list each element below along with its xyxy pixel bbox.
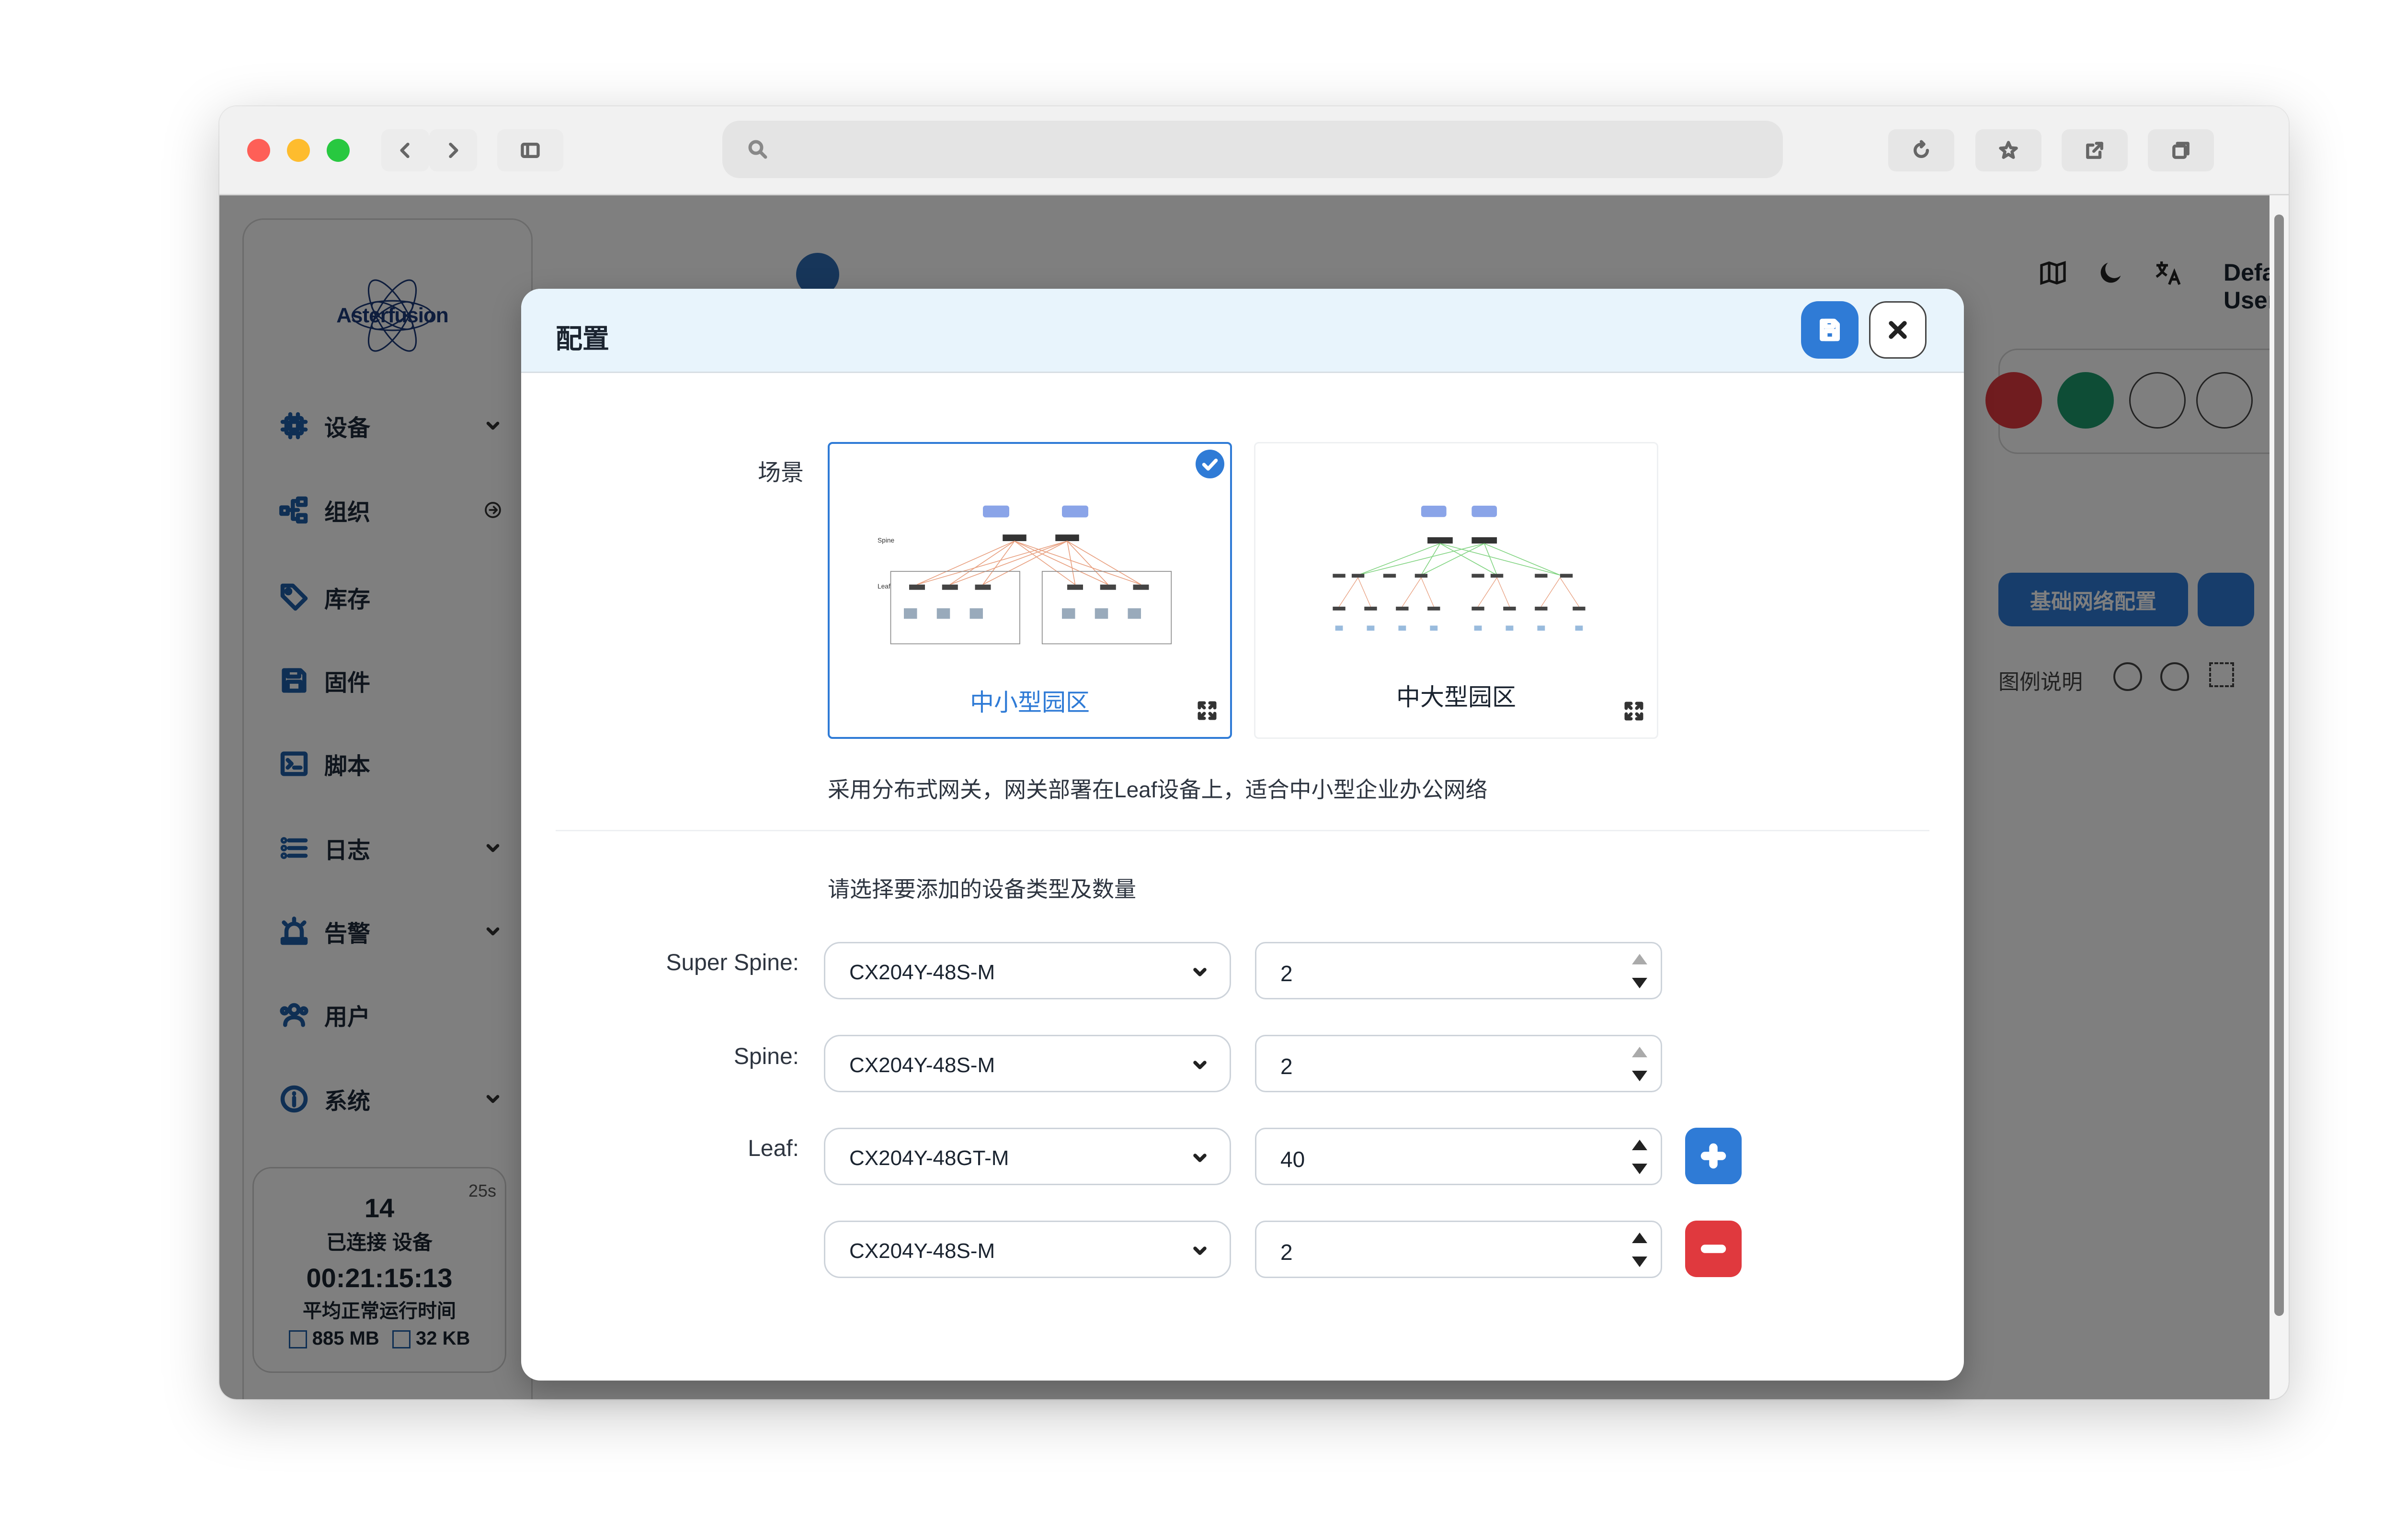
- tabs-button[interactable]: [2148, 129, 2214, 171]
- dialog-title: 配置: [556, 324, 609, 354]
- save-icon: [1820, 318, 1840, 341]
- scene-label: 场景: [757, 460, 804, 486]
- page-scrollbar[interactable]: [2270, 195, 2289, 1399]
- super-spine-model-select[interactable]: CX204Y-48S-M: [824, 942, 1231, 999]
- spin-buttons[interactable]: [1632, 950, 1649, 993]
- spin-buttons[interactable]: [1632, 1043, 1649, 1086]
- share-button[interactable]: [2062, 129, 2128, 171]
- minus-icon: [1700, 1245, 1726, 1253]
- chevron-down-icon: [1193, 1061, 1207, 1069]
- scenario-card-small-campus[interactable]: Spine Leaf 中小型园区: [828, 442, 1232, 739]
- spin-buttons[interactable]: [1632, 1229, 1649, 1272]
- leaf-quantity-stepper[interactable]: 40: [1255, 1128, 1662, 1185]
- close-button[interactable]: [1869, 301, 1927, 359]
- scenario-label: 中大型园区: [1396, 684, 1516, 711]
- leaf-label: Leaf:: [748, 1136, 799, 1161]
- chevron-down-icon: [1193, 968, 1207, 976]
- minimize-window-button[interactable]: [287, 139, 310, 162]
- expand-icon[interactable]: [1622, 700, 1645, 725]
- decrement-icon[interactable]: [1632, 1164, 1647, 1174]
- back-button[interactable]: [381, 129, 429, 171]
- spine-quantity-stepper[interactable]: 2: [1255, 1035, 1662, 1092]
- scrollbar-thumb[interactable]: [2274, 215, 2284, 1316]
- divider: [556, 830, 1929, 831]
- super-spine-quantity-stepper[interactable]: 2: [1255, 942, 1662, 999]
- spin-buttons[interactable]: [1632, 1136, 1649, 1179]
- reload-button[interactable]: [1888, 129, 1954, 171]
- diagram-leaf-label: Leaf: [878, 583, 890, 590]
- reload-icon: [1913, 140, 1929, 159]
- scene-description: 采用分布式网关，网关部署在Leaf设备上，适合中小型企业办公网络: [828, 777, 1488, 802]
- browser-toolbar: [219, 106, 2289, 195]
- plus-icon: [1700, 1143, 1726, 1169]
- increment-icon[interactable]: [1632, 1233, 1647, 1243]
- decrement-icon[interactable]: [1632, 978, 1647, 988]
- leaf-model-select[interactable]: CX204Y-48GT-M: [824, 1128, 1231, 1185]
- topology-diagram-large: [1333, 506, 1585, 631]
- save-button[interactable]: [1801, 301, 1859, 359]
- bookmark-star-icon: [1999, 141, 2018, 159]
- select-value: CX204Y-48S-M: [849, 961, 995, 984]
- spine-label: Spine:: [733, 1044, 799, 1069]
- select-value: CX204Y-48GT-M: [849, 1146, 1009, 1170]
- select-value: CX204Y-48S-M: [849, 1239, 995, 1263]
- increment-icon[interactable]: [1632, 1047, 1647, 1057]
- address-bar[interactable]: [722, 121, 1783, 178]
- increment-icon[interactable]: [1632, 1140, 1647, 1150]
- sidebar-toggle-button[interactable]: [497, 129, 563, 171]
- zoom-window-button[interactable]: [327, 139, 350, 162]
- forward-icon: [449, 142, 458, 159]
- bookmark-button[interactable]: [1975, 129, 2041, 171]
- select-value: CX204Y-48S-M: [849, 1053, 995, 1077]
- diagram-spine-label: Spine: [878, 537, 895, 544]
- quantity-value: 2: [1280, 961, 1293, 986]
- topology-diagram-small: Spine Leaf: [878, 505, 1172, 645]
- back-icon: [400, 142, 410, 159]
- spine-model-select[interactable]: CX204Y-48S-M: [824, 1035, 1231, 1092]
- config-dialog: 配置 场景 Spine Leaf 中小型园区 中大型园区 采用分布式网关，网关部…: [521, 289, 1964, 1381]
- extra-leaf-model-select[interactable]: CX204Y-48S-M: [824, 1221, 1231, 1278]
- close-window-button[interactable]: [247, 139, 270, 162]
- add-leaf-button[interactable]: [1685, 1128, 1742, 1184]
- sidebar-icon: [521, 142, 540, 159]
- device-prompt: 请选择要添加的设备类型及数量: [828, 877, 1136, 902]
- scenario-card-large-campus[interactable]: 中大型园区: [1254, 442, 1658, 739]
- chevron-down-icon: [1193, 1154, 1207, 1162]
- forward-button[interactable]: [429, 129, 477, 171]
- decrement-icon[interactable]: [1632, 1071, 1647, 1081]
- search-icon: [748, 140, 767, 159]
- increment-icon[interactable]: [1632, 954, 1647, 964]
- quantity-value: 2: [1280, 1240, 1293, 1265]
- extra-leaf-quantity-stepper[interactable]: 2: [1255, 1221, 1662, 1278]
- super-spine-label: Super Spine:: [666, 950, 799, 975]
- tabs-icon: [2172, 142, 2190, 159]
- close-icon: [1889, 321, 1907, 339]
- decrement-icon[interactable]: [1632, 1257, 1647, 1267]
- quantity-value: 2: [1280, 1054, 1293, 1079]
- remove-leaf-button[interactable]: [1685, 1221, 1742, 1277]
- quantity-value: 40: [1280, 1147, 1305, 1172]
- selected-check-icon: [1196, 450, 1224, 478]
- share-icon: [2086, 142, 2103, 159]
- chevron-down-icon: [1193, 1246, 1207, 1255]
- scenario-label: 中小型园区: [970, 689, 1090, 716]
- dialog-header: 配置: [521, 289, 1964, 373]
- expand-icon[interactable]: [1196, 699, 1219, 725]
